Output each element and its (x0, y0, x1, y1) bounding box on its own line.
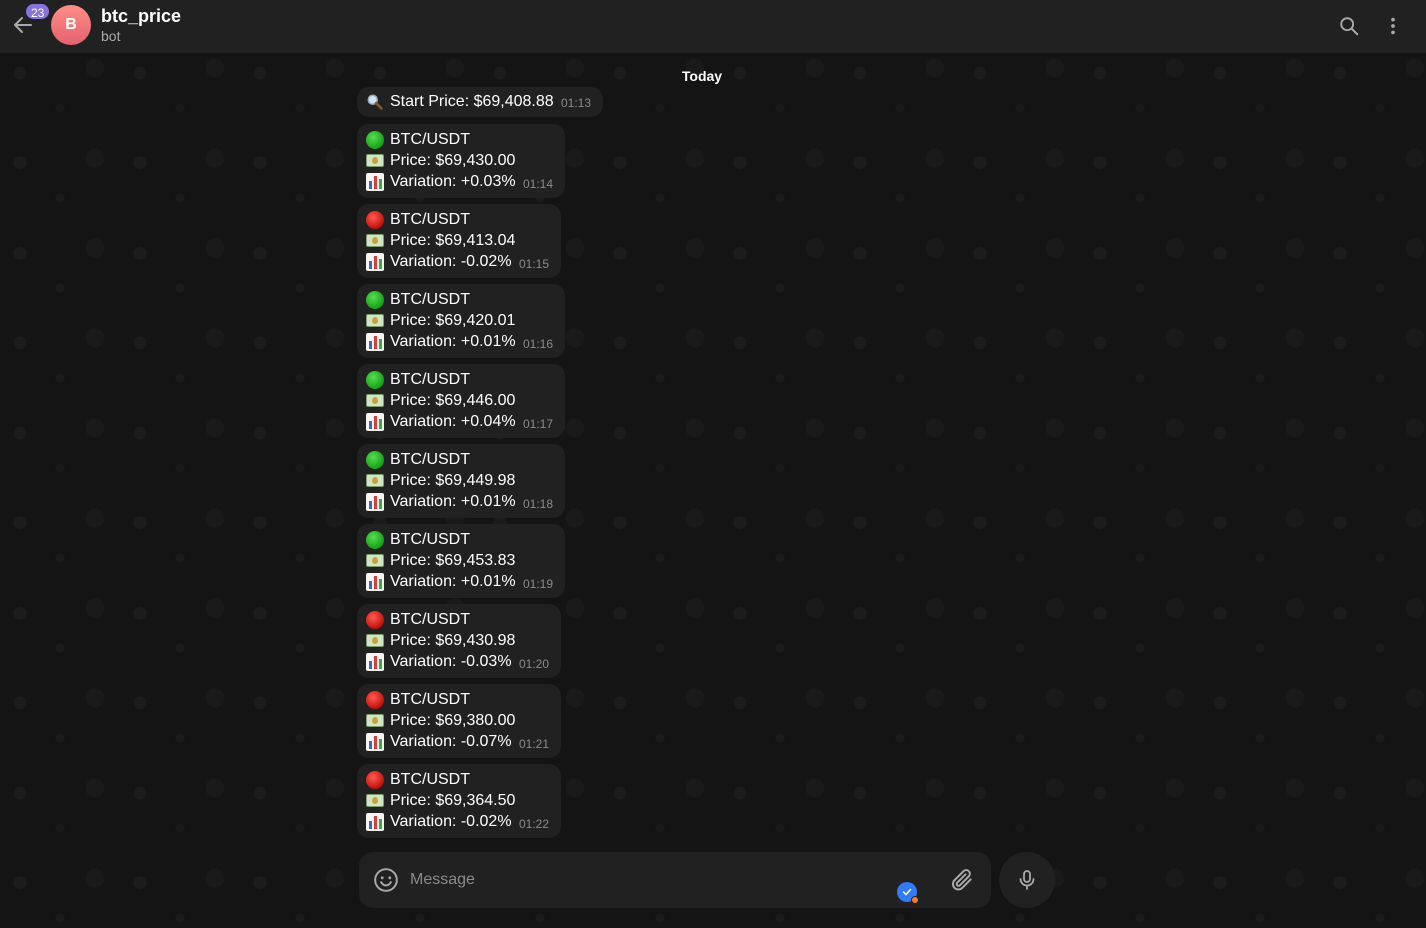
variation-text: Variation: +0.01% (390, 493, 516, 510)
price-update-message: BTC/USDT Price: $69,453.83 Variation: +0.0… (357, 524, 565, 598)
bar-chart-icon (365, 332, 385, 352)
green-circle-icon (365, 370, 385, 390)
bar-chart-icon (365, 412, 385, 432)
price-update-message: BTC/USDT Price: $69,430.98 Variation: -0.0… (357, 604, 561, 678)
red-circle-icon (365, 690, 385, 710)
pair-text: BTC/USDT (390, 771, 470, 788)
green-circle-icon (365, 530, 385, 550)
money-icon (365, 631, 385, 651)
paperclip-icon (951, 869, 972, 891)
chat-header: 23 B btc_price bot (0, 0, 1426, 53)
bar-chart-icon (365, 172, 385, 192)
avatar[interactable]: B (51, 5, 91, 45)
price-update-message: BTC/USDT Price: $69,420.01 Variation: +0.0… (357, 284, 565, 358)
price-text: Price: $69,453.83 (390, 552, 516, 569)
microphone-icon (1019, 870, 1035, 890)
voice-message-button[interactable] (999, 852, 1055, 908)
money-icon (365, 791, 385, 811)
price-text: Price: $69,430.98 (390, 632, 516, 649)
red-circle-icon (365, 770, 385, 790)
variation-text: Variation: -0.07% (390, 733, 512, 750)
price-update-message: BTC/USDT Price: $69,446.00 Variation: +0.0… (357, 364, 565, 438)
price-update-message: BTC/USDT Price: $69,430.00 Variation: +0.0… (357, 124, 565, 198)
pair-text: BTC/USDT (390, 451, 470, 468)
money-icon (365, 711, 385, 731)
message-time: 01:22 (518, 817, 549, 831)
verified-check-icon (897, 882, 919, 904)
red-circle-icon (365, 210, 385, 230)
message-composer (359, 852, 991, 908)
pair-text: BTC/USDT (390, 691, 470, 708)
notification-dot (911, 896, 919, 904)
pair-text: BTC/USDT (390, 291, 470, 308)
search-icon (1340, 17, 1359, 36)
chat-subtitle: bot (101, 28, 121, 44)
unread-count-badge: 23 (24, 2, 52, 21)
date-separator: Today (681, 68, 723, 84)
pair-text: BTC/USDT (390, 611, 470, 628)
bar-chart-icon (365, 572, 385, 592)
price-text: Price: $69,420.01 (390, 312, 516, 329)
search-button[interactable] (1335, 12, 1363, 40)
variation-text: Variation: +0.01% (390, 333, 516, 350)
green-circle-icon (365, 450, 385, 470)
message-time: 01:13 (560, 96, 591, 110)
smile-icon (374, 868, 398, 892)
pair-text: BTC/USDT (390, 371, 470, 388)
bar-chart-icon (365, 652, 385, 672)
message-time: 01:17 (522, 417, 553, 431)
price-text: Price: $69,380.00 (390, 712, 516, 729)
price-update-message: BTC/USDT Price: $69,413.04 Variation: -0.0… (357, 204, 561, 278)
telegram-chat-window: 23 B btc_price bot Today Start Price: $6… (0, 0, 1426, 928)
price-text: Price: $69,449.98 (390, 472, 516, 489)
money-icon (365, 471, 385, 491)
message-time: 01:20 (518, 657, 549, 671)
bar-chart-icon (365, 812, 385, 832)
chat-title[interactable]: btc_price (101, 6, 181, 27)
magnifier-emoji-icon (365, 92, 385, 112)
money-icon (365, 151, 385, 171)
red-circle-icon (365, 610, 385, 630)
price-text: Price: $69,430.00 (390, 152, 516, 169)
green-circle-icon (365, 290, 385, 310)
more-menu-button[interactable] (1379, 12, 1407, 40)
variation-text: Variation: -0.02% (390, 813, 512, 830)
chat-background (0, 53, 1426, 928)
price-update-message: BTC/USDT Price: $69,449.98 Variation: +0.0… (357, 444, 565, 518)
variation-text: Variation: -0.02% (390, 253, 512, 270)
pair-text: BTC/USDT (390, 131, 470, 148)
bar-chart-icon (365, 732, 385, 752)
variation-text: Variation: +0.01% (390, 573, 516, 590)
bar-chart-icon (365, 252, 385, 272)
more-vertical-icon (1391, 17, 1395, 35)
money-icon (365, 231, 385, 251)
start-price-message: Start Price: $69,408.88 01:13 (357, 87, 603, 117)
message-time: 01:15 (518, 257, 549, 271)
pair-text: BTC/USDT (390, 531, 470, 548)
message-input[interactable] (410, 866, 880, 894)
price-text: Price: $69,364.50 (390, 792, 516, 809)
variation-text: Variation: -0.03% (390, 653, 512, 670)
price-update-message: BTC/USDT Price: $69,380.00 Variation: -0.0… (357, 684, 561, 758)
message-time: 01:16 (522, 337, 553, 351)
money-icon (365, 551, 385, 571)
price-text: Price: $69,413.04 (390, 232, 516, 249)
price-text: Price: $69,446.00 (390, 392, 516, 409)
pair-text: BTC/USDT (390, 211, 470, 228)
emoji-button[interactable] (373, 867, 399, 893)
message-time: 01:14 (522, 177, 553, 191)
message-time: 01:21 (518, 737, 549, 751)
message-time: 01:18 (522, 497, 553, 511)
variation-text: Variation: +0.04% (390, 413, 516, 430)
price-update-message: BTC/USDT Price: $69,364.50 Variation: -0.0… (357, 764, 561, 838)
message-time: 01:19 (522, 577, 553, 591)
attach-button[interactable] (949, 867, 975, 893)
variation-text: Variation: +0.03% (390, 173, 516, 190)
money-icon (365, 391, 385, 411)
green-circle-icon (365, 130, 385, 150)
start-price-text: Start Price: $69,408.88 (390, 93, 554, 110)
money-icon (365, 311, 385, 331)
bar-chart-icon (365, 492, 385, 512)
